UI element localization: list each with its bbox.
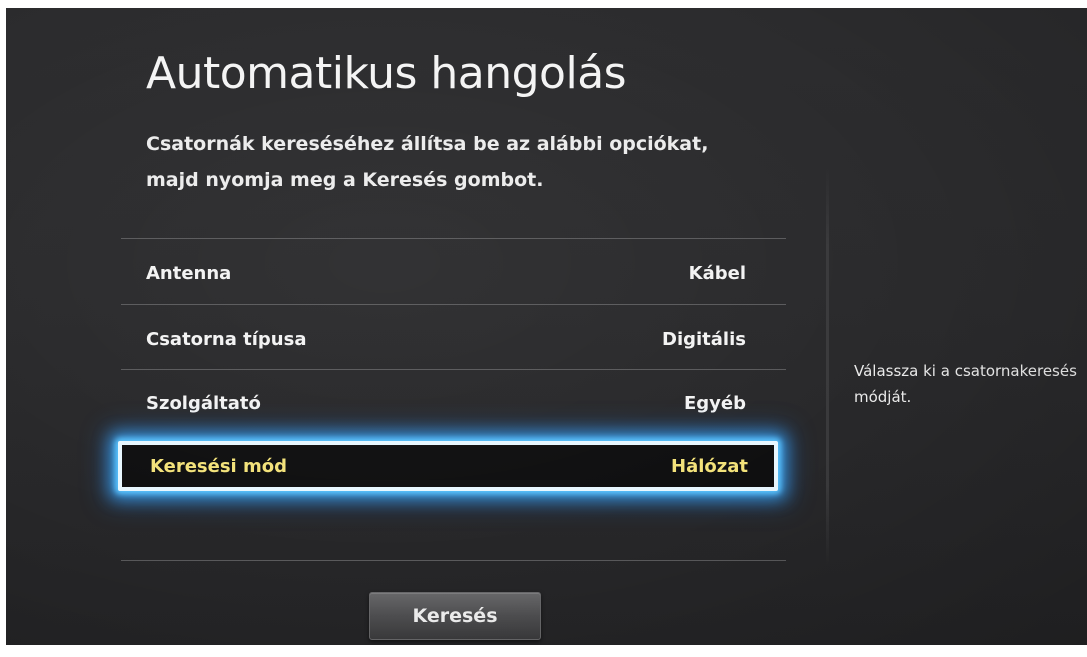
divider — [121, 560, 786, 561]
setting-row-channel-type[interactable]: Csatorna típusa Digitális — [146, 322, 746, 356]
setting-row-antenna[interactable]: Antenna Kábel — [146, 256, 746, 290]
help-line: módját. — [854, 388, 912, 406]
setting-row-search-mode[interactable]: Keresési mód Hálózat — [118, 441, 778, 491]
tv-screen: Automatikus hangolás Csatornák kereséséh… — [6, 8, 1087, 645]
setting-label: Csatorna típusa — [146, 328, 307, 350]
divider — [121, 369, 786, 370]
setting-value: Digitális — [662, 328, 746, 350]
divider — [121, 304, 786, 305]
setting-value: Kábel — [688, 262, 746, 284]
help-text: Válassza ki a csatornakeresés módját. — [854, 358, 1087, 410]
setting-label: Keresési mód — [150, 455, 288, 477]
page-title: Automatikus hangolás — [146, 48, 627, 99]
setting-label: Szolgáltató — [146, 392, 261, 414]
search-button[interactable]: Keresés — [369, 592, 541, 640]
page-instructions: Csatornák kereséséhez állítsa be az aláb… — [146, 133, 709, 191]
setting-value: Hálózat — [671, 455, 748, 477]
setting-label: Antenna — [146, 262, 232, 284]
help-line: Válassza ki a csatornakeresés — [854, 362, 1077, 380]
divider — [121, 238, 786, 239]
setting-row-provider[interactable]: Szolgáltató Egyéb — [146, 386, 746, 420]
panel-separator — [826, 166, 829, 566]
setting-value: Egyéb — [683, 392, 746, 414]
